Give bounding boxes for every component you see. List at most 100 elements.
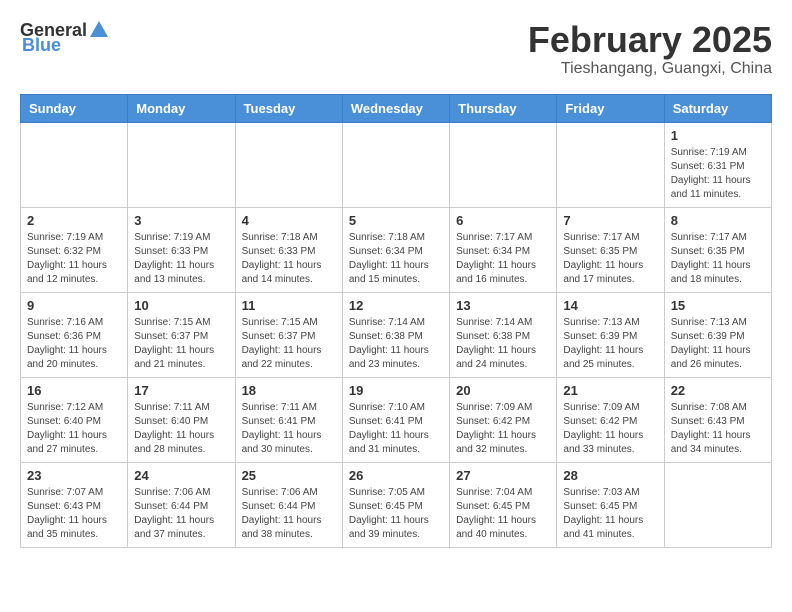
day-number: 9 [27,298,121,313]
empty-cell [235,122,342,207]
day-number: 6 [456,213,550,228]
day-number: 15 [671,298,765,313]
day-info: Sunrise: 7:11 AM Sunset: 6:41 PM Dayligh… [242,401,336,457]
day-cell-24: 24 Sunrise: 7:06 AM Sunset: 6:44 PM Dayli… [128,462,235,547]
day-cell-1: 1 Sunrise: 7:19 AM Sunset: 6:31 PM Daylig… [664,122,771,207]
week-row-3: 9 Sunrise: 7:16 AM Sunset: 6:36 PM Daylig… [21,292,772,377]
day-cell-6: 6Sunrise: 7:17 AM Sunset: 6:34 PM Daylig… [450,207,557,292]
day-number: 1 [671,128,765,143]
day-cell-12: 12 Sunrise: 7:14 AM Sunset: 6:38 PM Dayli… [342,292,449,377]
day-number: 2 [27,213,121,228]
empty-cell [557,122,664,207]
weekday-header-row: SundayMondayTuesdayWednesdayThursdayFrid… [21,94,772,122]
day-cell-9: 9 Sunrise: 7:16 AM Sunset: 6:36 PM Daylig… [21,292,128,377]
day-cell-17: 17Sunrise: 7:11 AM Sunset: 6:40 PM Dayli… [128,377,235,462]
day-cell-16: 16 Sunrise: 7:12 AM Sunset: 6:40 PM Dayli… [21,377,128,462]
day-info: Sunrise: 7:05 AM Sunset: 6:45 PM Dayligh… [349,486,443,542]
empty-cell [664,462,771,547]
day-number: 26 [349,468,443,483]
day-number: 3 [134,213,228,228]
day-number: 20 [456,383,550,398]
logo: General Blue [20,20,110,56]
empty-cell [450,122,557,207]
week-row-1: 1 Sunrise: 7:19 AM Sunset: 6:31 PM Daylig… [21,122,772,207]
day-cell-3: 3 Sunrise: 7:19 AM Sunset: 6:33 PM Daylig… [128,207,235,292]
day-cell-11: 11Sunrise: 7:15 AM Sunset: 6:37 PM Dayli… [235,292,342,377]
day-info: Sunrise: 7:18 AM Sunset: 6:34 PM Dayligh… [349,231,443,287]
weekday-header-tuesday: Tuesday [235,94,342,122]
day-number: 24 [134,468,228,483]
day-number: 16 [27,383,121,398]
day-number: 25 [242,468,336,483]
day-cell-27: 27Sunrise: 7:04 AM Sunset: 6:45 PM Dayli… [450,462,557,547]
month-title: February 2025 [528,20,772,60]
day-number: 14 [563,298,657,313]
day-info: Sunrise: 7:18 AM Sunset: 6:33 PM Dayligh… [242,231,336,287]
day-cell-18: 18 Sunrise: 7:11 AM Sunset: 6:41 PM Dayli… [235,377,342,462]
day-info: Sunrise: 7:12 AM Sunset: 6:40 PM Dayligh… [27,401,121,457]
day-info: Sunrise: 7:09 AM Sunset: 6:42 PM Dayligh… [563,401,657,457]
day-info: Sunrise: 7:06 AM Sunset: 6:44 PM Dayligh… [134,486,228,542]
day-number: 19 [349,383,443,398]
day-info: Sunrise: 7:15 AM Sunset: 6:37 PM Dayligh… [134,316,228,372]
day-number: 18 [242,383,336,398]
day-info: Sunrise: 7:08 AM Sunset: 6:43 PM Dayligh… [671,401,765,457]
calendar-table: SundayMondayTuesdayWednesdayThursdayFrid… [20,94,772,548]
title-block: February 2025 Tieshangang, Guangxi, Chin… [528,20,772,78]
empty-cell [21,122,128,207]
day-cell-4: 4 Sunrise: 7:18 AM Sunset: 6:33 PM Daylig… [235,207,342,292]
day-cell-13: 13 Sunrise: 7:14 AM Sunset: 6:38 PM Dayli… [450,292,557,377]
day-cell-15: 15Sunrise: 7:13 AM Sunset: 6:39 PM Dayli… [664,292,771,377]
day-cell-14: 14 Sunrise: 7:13 AM Sunset: 6:39 PM Dayli… [557,292,664,377]
day-number: 23 [27,468,121,483]
day-cell-2: 2Sunrise: 7:19 AM Sunset: 6:32 PM Daylig… [21,207,128,292]
day-number: 22 [671,383,765,398]
day-cell-23: 23 Sunrise: 7:07 AM Sunset: 6:43 PM Dayli… [21,462,128,547]
day-info: Sunrise: 7:19 AM Sunset: 6:33 PM Dayligh… [134,231,228,287]
day-cell-28: 28 Sunrise: 7:03 AM Sunset: 6:45 PM Dayli… [557,462,664,547]
day-info: Sunrise: 7:03 AM Sunset: 6:45 PM Dayligh… [563,486,657,542]
day-cell-19: 19 Sunrise: 7:10 AM Sunset: 6:41 PM Dayli… [342,377,449,462]
week-row-5: 23 Sunrise: 7:07 AM Sunset: 6:43 PM Dayli… [21,462,772,547]
logo-blue: Blue [22,35,61,56]
day-info: Sunrise: 7:07 AM Sunset: 6:43 PM Dayligh… [27,486,121,542]
day-number: 21 [563,383,657,398]
page-header: General Blue February 2025 Tieshangang, … [20,20,772,78]
day-info: Sunrise: 7:10 AM Sunset: 6:41 PM Dayligh… [349,401,443,457]
day-info: Sunrise: 7:15 AM Sunset: 6:37 PM Dayligh… [242,316,336,372]
day-info: Sunrise: 7:17 AM Sunset: 6:35 PM Dayligh… [671,231,765,287]
day-number: 17 [134,383,228,398]
day-number: 4 [242,213,336,228]
weekday-header-saturday: Saturday [664,94,771,122]
day-cell-21: 21 Sunrise: 7:09 AM Sunset: 6:42 PM Dayli… [557,377,664,462]
day-info: Sunrise: 7:14 AM Sunset: 6:38 PM Dayligh… [456,316,550,372]
day-number: 5 [349,213,443,228]
logo-icon [88,19,110,41]
week-row-2: 2Sunrise: 7:19 AM Sunset: 6:32 PM Daylig… [21,207,772,292]
day-info: Sunrise: 7:06 AM Sunset: 6:44 PM Dayligh… [242,486,336,542]
day-info: Sunrise: 7:13 AM Sunset: 6:39 PM Dayligh… [563,316,657,372]
day-number: 12 [349,298,443,313]
day-info: Sunrise: 7:09 AM Sunset: 6:42 PM Dayligh… [456,401,550,457]
day-cell-8: 8 Sunrise: 7:17 AM Sunset: 6:35 PM Daylig… [664,207,771,292]
day-cell-20: 20 Sunrise: 7:09 AM Sunset: 6:42 PM Dayli… [450,377,557,462]
weekday-header-thursday: Thursday [450,94,557,122]
day-info: Sunrise: 7:16 AM Sunset: 6:36 PM Dayligh… [27,316,121,372]
day-number: 13 [456,298,550,313]
day-cell-26: 26 Sunrise: 7:05 AM Sunset: 6:45 PM Dayli… [342,462,449,547]
day-cell-25: 25 Sunrise: 7:06 AM Sunset: 6:44 PM Dayli… [235,462,342,547]
weekday-header-monday: Monday [128,94,235,122]
day-number: 7 [563,213,657,228]
day-cell-5: 5 Sunrise: 7:18 AM Sunset: 6:34 PM Daylig… [342,207,449,292]
day-info: Sunrise: 7:19 AM Sunset: 6:31 PM Dayligh… [671,146,765,202]
day-number: 10 [134,298,228,313]
day-cell-22: 22 Sunrise: 7:08 AM Sunset: 6:43 PM Dayli… [664,377,771,462]
day-number: 28 [563,468,657,483]
day-info: Sunrise: 7:14 AM Sunset: 6:38 PM Dayligh… [349,316,443,372]
weekday-header-wednesday: Wednesday [342,94,449,122]
empty-cell [128,122,235,207]
empty-cell [342,122,449,207]
day-number: 8 [671,213,765,228]
location-title: Tieshangang, Guangxi, China [528,60,772,78]
day-cell-10: 10 Sunrise: 7:15 AM Sunset: 6:37 PM Dayli… [128,292,235,377]
